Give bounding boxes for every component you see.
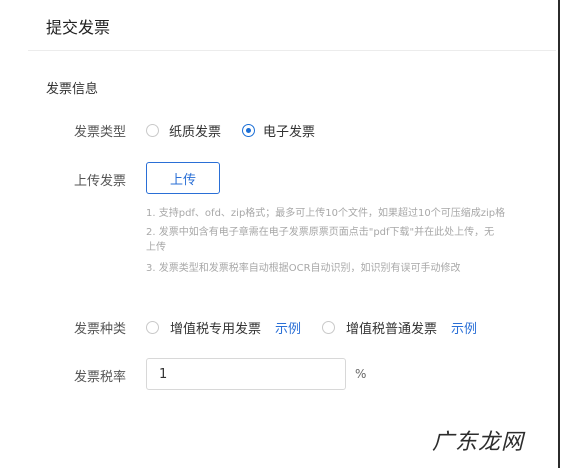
radio-electronic-invoice[interactable]: 电子发票 [242, 121, 315, 140]
page-title: 提交发票 [46, 18, 111, 37]
tax-rate-value: 1 [159, 366, 168, 382]
upload-invoice-label: 上传发票 [74, 174, 127, 189]
radio-vat-special-circle[interactable] [146, 321, 159, 334]
upload-button[interactable]: 上传 [146, 162, 220, 194]
vat-normal-example-link[interactable]: 示例 [451, 318, 477, 337]
radio-vat-normal[interactable]: 增值税普通发票 示例 [322, 318, 477, 337]
vat-special-example-link[interactable]: 示例 [275, 318, 301, 337]
radio-vat-special-label: 增值税专用发票 [170, 322, 262, 337]
section-title: 发票信息 [46, 82, 99, 97]
upload-hint-2: 2. 发票中如含有电子章需在电子发票原票页面点击"pdf下载"并在此处上传，无 [146, 227, 495, 238]
tax-rate-input[interactable]: 1 [146, 358, 346, 390]
invoice-type-label: 发票类型 [74, 125, 127, 140]
tax-rate-unit: % [355, 367, 367, 381]
radio-vat-special[interactable]: 增值税专用发票 示例 [146, 318, 301, 337]
tax-rate-label: 发票税率 [74, 370, 127, 385]
radio-electronic-invoice-circle[interactable] [242, 124, 255, 137]
invoice-kind-label: 发票种类 [74, 322, 127, 337]
upload-hint-1: 1. 支持pdf、ofd、zip格式；最多可上传10个文件，如果超过10个可压缩… [146, 208, 506, 219]
radio-paper-invoice[interactable]: 纸质发票 [146, 121, 221, 140]
radio-vat-normal-circle[interactable] [322, 321, 335, 334]
upload-hint-3: 3. 发票类型和发票税率自动根据OCR自动识别，如识别有误可手动修改 [146, 263, 461, 274]
radio-paper-invoice-circle[interactable] [146, 124, 159, 137]
radio-vat-normal-label: 增值税普通发票 [346, 322, 438, 337]
window-edge [558, 0, 560, 468]
upload-hint-2-cont: 上传 [146, 242, 166, 253]
header-divider [28, 50, 556, 51]
radio-paper-invoice-label: 纸质发票 [169, 125, 222, 140]
radio-electronic-invoice-label: 电子发票 [263, 125, 316, 140]
watermark-logo: 广东龙网 [432, 430, 525, 455]
